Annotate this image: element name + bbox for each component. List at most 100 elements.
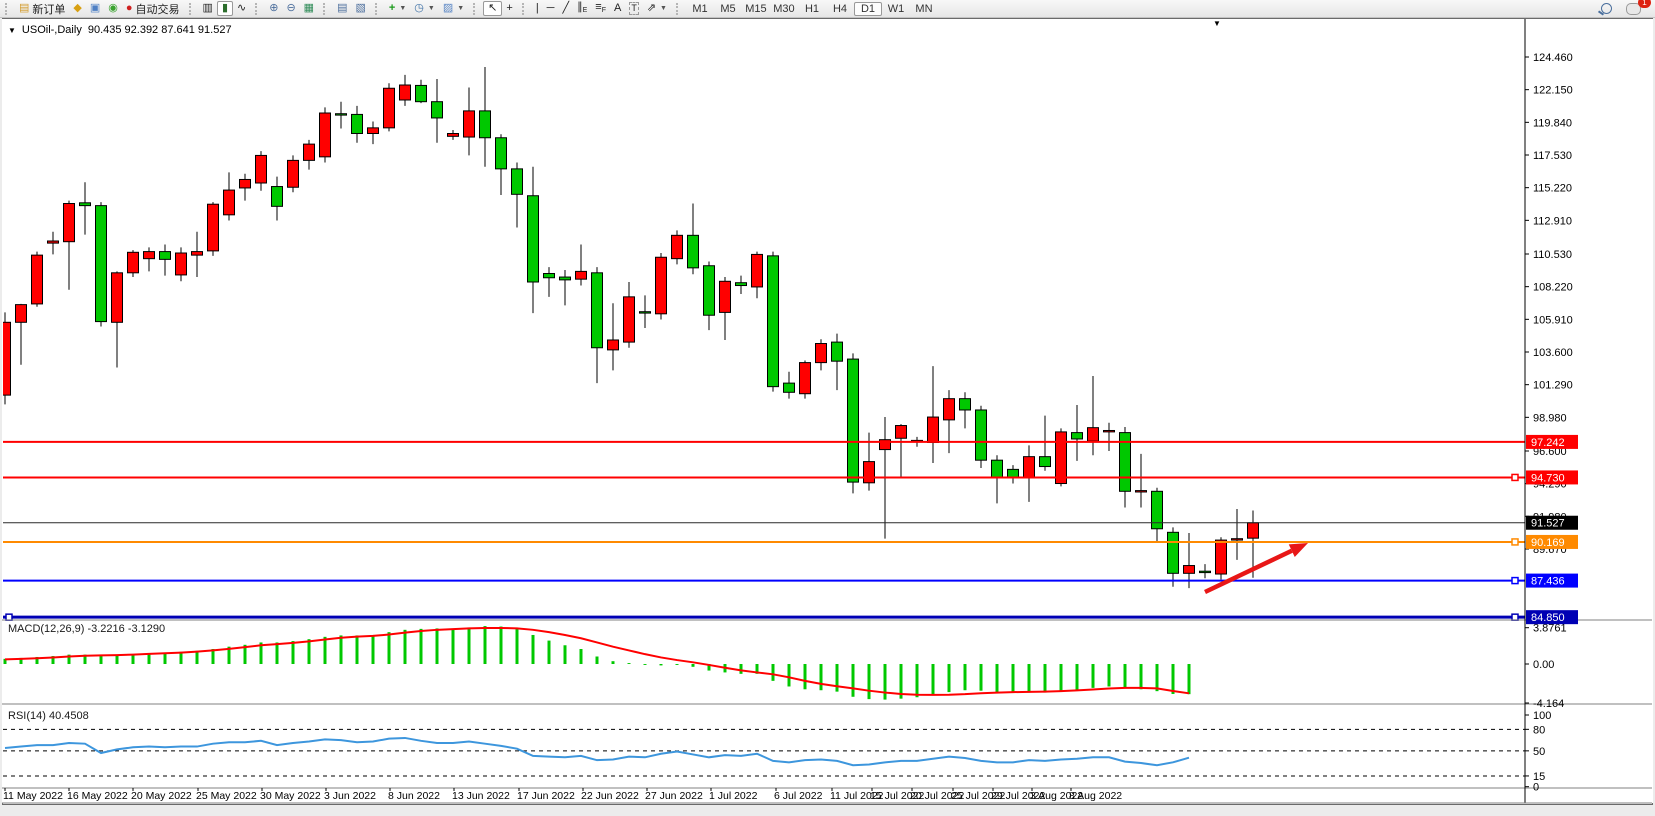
new-chart-button[interactable]: +▼	[385, 1, 410, 16]
fibonacci-icon: ≡F	[595, 2, 606, 16]
candle	[432, 102, 443, 118]
timeframe-D1[interactable]: D1	[854, 2, 882, 16]
notifications-button[interactable]: 1	[1622, 1, 1645, 16]
alert-icon: ◆	[73, 3, 81, 14]
timeframe-H1[interactable]: H1	[798, 2, 826, 16]
svg-text:20 May 2022: 20 May 2022	[131, 790, 192, 802]
rsi-label: RSI(14) 40.4508	[8, 710, 89, 722]
signals-button[interactable]: ◉	[104, 1, 122, 16]
periods-button[interactable]: ◷▼	[410, 1, 439, 16]
candle	[192, 252, 203, 256]
templates-button[interactable]: ▨▼	[439, 1, 468, 16]
svg-text:101.290: 101.290	[1533, 380, 1573, 392]
search-button[interactable]	[1597, 1, 1616, 16]
toolbar-grip	[473, 3, 479, 15]
channel-tool[interactable]: ∥E	[573, 1, 591, 16]
chart-canvas[interactable]: ▼124.460122.150119.840117.530115.220112.…	[0, 0, 1655, 816]
candle	[400, 85, 411, 100]
auto-arrange-button[interactable]: ▤	[333, 1, 351, 16]
svg-text:87.436: 87.436	[1531, 576, 1565, 588]
market-watch-button[interactable]: ▣	[86, 1, 104, 16]
candle	[640, 312, 651, 313]
dropdown-arrow-icon: ▼	[428, 5, 435, 12]
svg-text:3 Jun 2022: 3 Jun 2022	[324, 790, 376, 802]
alerts-button[interactable]: ◆	[69, 1, 85, 16]
svg-text:100: 100	[1533, 710, 1551, 722]
candle	[496, 138, 507, 169]
timeframe-M30[interactable]: M30	[770, 2, 798, 16]
toolbar-grip	[323, 3, 329, 15]
timeframe-M1[interactable]: M1	[686, 2, 714, 16]
candle	[928, 417, 939, 442]
candle	[752, 254, 763, 287]
main-toolbar: ▤ 新订单 ◆ ▣ ◉ ● 自动交易 ▥ ▮ ∿ ⊕ ⊖ ▦ ▤ ▧ +▼ ◷▼…	[0, 0, 1655, 18]
candle	[272, 187, 283, 207]
svg-text:119.840: 119.840	[1533, 117, 1572, 129]
svg-text:17 Jun 2022: 17 Jun 2022	[517, 790, 575, 802]
trendline-tool[interactable]: ╱	[558, 1, 573, 16]
text-label-tool[interactable]: T	[625, 1, 643, 16]
signal-icon: ◉	[108, 3, 118, 14]
chart-menu-arrow-icon[interactable]: ▼	[8, 26, 16, 35]
svg-text:8 Aug 2022: 8 Aug 2022	[1069, 790, 1122, 802]
candle	[624, 297, 635, 342]
dropdown-arrow-icon: ▼	[457, 5, 464, 12]
zoom-in-button[interactable]: ⊕	[265, 1, 282, 16]
tile-windows-button[interactable]: ▦	[300, 1, 318, 16]
new-order-icon: ▤	[19, 3, 29, 14]
zoom-out-button[interactable]: ⊖	[282, 1, 299, 16]
toolbar-grip	[5, 3, 11, 15]
candle	[528, 196, 539, 282]
tile-windows-icon: ▦	[304, 3, 314, 14]
dropdown-arrow-icon: ▼	[399, 5, 406, 12]
chart-symbol-period: USOil-,Daily	[22, 24, 82, 36]
candle	[288, 160, 299, 187]
candle	[1248, 523, 1259, 538]
chart-ohlc-values: 90.435 92.392 87.641 91.527	[88, 24, 232, 36]
svg-text:97.242: 97.242	[1531, 437, 1565, 449]
timeframe-MN[interactable]: MN	[910, 2, 938, 16]
candle	[480, 111, 491, 138]
candle	[592, 273, 603, 348]
timeframe-H4[interactable]: H4	[826, 2, 854, 16]
notification-badge: 1	[1638, 0, 1651, 8]
text-label-icon: T	[629, 2, 639, 15]
bar-chart-button[interactable]: ▥	[199, 1, 217, 16]
fibonacci-tool[interactable]: ≡F	[591, 1, 610, 16]
svg-text:112.910: 112.910	[1533, 215, 1572, 227]
line-chart-icon: ∿	[237, 3, 246, 14]
shapes-tool[interactable]: ⇗▼	[643, 1, 671, 16]
channel-icon: ∥E	[577, 2, 587, 16]
crosshair-tool-button[interactable]: +	[502, 1, 516, 16]
candle	[960, 399, 971, 410]
horizontal-line-tool[interactable]: ─	[543, 1, 559, 16]
monitor-icon: ▣	[90, 3, 100, 14]
timeframe-M5[interactable]: M5	[714, 2, 742, 16]
dropdown-arrow-icon: ▼	[660, 5, 667, 12]
svg-text:1 Jul 2022: 1 Jul 2022	[709, 790, 758, 802]
candlestick-chart-button[interactable]: ▮	[217, 1, 233, 16]
line-chart-button[interactable]: ∿	[233, 1, 250, 16]
svg-text:91.527: 91.527	[1531, 518, 1565, 530]
candle	[256, 155, 267, 183]
svg-text:22 Jun 2022: 22 Jun 2022	[581, 790, 639, 802]
date-axis: 11 May 202216 May 202220 May 202225 May …	[3, 788, 1122, 802]
text-tool[interactable]: A	[610, 1, 625, 16]
vertical-line-tool[interactable]: |	[532, 1, 543, 16]
new-chart-icon: +	[389, 3, 395, 14]
text-icon: A	[614, 3, 621, 14]
candle	[1024, 457, 1035, 478]
timeframe-W1[interactable]: W1	[882, 2, 910, 16]
candle	[544, 274, 555, 278]
new-order-button[interactable]: ▤ 新订单	[15, 1, 69, 16]
candle	[1168, 532, 1179, 573]
auto-trading-icon: ●	[126, 3, 133, 14]
auto-trading-button[interactable]: ● 自动交易	[122, 1, 184, 16]
cursor-tool-button[interactable]: ↖	[483, 1, 502, 16]
price-badge-97.242: 97.242	[1526, 435, 1578, 449]
candle	[80, 203, 91, 206]
candle	[416, 85, 427, 101]
timeframe-M15[interactable]: M15	[742, 2, 770, 16]
arrange-grid-button[interactable]: ▧	[351, 1, 369, 16]
scroll-end-marker-icon: ▼	[1213, 19, 1221, 28]
